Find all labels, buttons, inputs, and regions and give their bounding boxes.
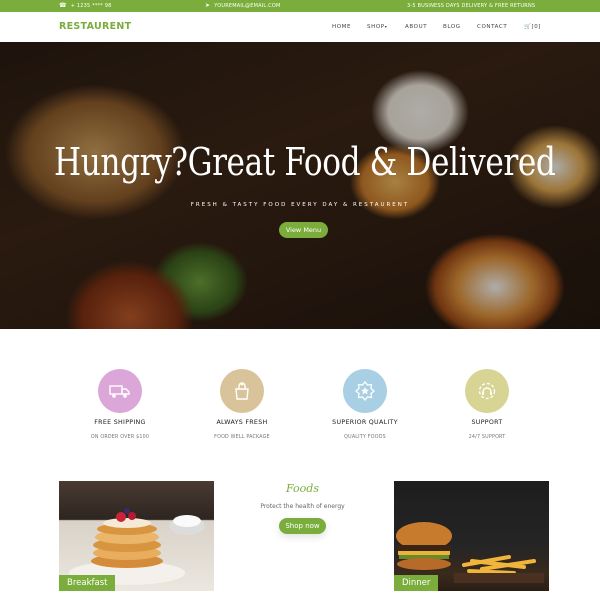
support-headset-icon — [465, 369, 509, 413]
feature-title: SUPERIOR QUALITY — [332, 419, 398, 426]
feature-desc: FOOD WELL PACKAGE — [214, 435, 270, 440]
nav-cart[interactable]: 🛒[0] — [524, 24, 541, 30]
breakfast-card[interactable]: Breakfast — [59, 481, 214, 591]
foods-intro: Foods Protect the health of energy Shop … — [225, 482, 380, 534]
email-address: YOUREMAIL@EMAIL.COM — [214, 3, 281, 9]
caret-down-icon: ▾ — [384, 24, 388, 29]
delivery-notice: 3-5 BUSINESS DAYS DELIVERY & FREE RETURN… — [407, 3, 536, 9]
brand-logo[interactable]: RESTAURENT — [59, 21, 131, 32]
feature-desc: ON ORDER OVER $100 — [90, 435, 150, 440]
nav-blog[interactable]: BLOG — [443, 24, 461, 30]
hero-banner: Hungry?Great Food & Delivered FRESH & TA… — [0, 42, 600, 329]
feature-always-fresh: ALWAYS FRESH FOOD WELL PACKAGE — [182, 369, 302, 440]
foods-text: Protect the health of energy — [260, 503, 345, 510]
email-info: ➤ YOUREMAIL@EMAIL.COM — [205, 2, 281, 10]
feature-free-shipping: FREE SHIPPING ON ORDER OVER $100 — [60, 369, 180, 440]
feature-desc: 24/7 SUPPORT — [468, 435, 506, 440]
phone-number: + 1235 **** 98 — [70, 3, 112, 9]
truck-icon — [98, 369, 142, 413]
award-badge-icon — [343, 369, 387, 413]
hero-title: Hungry?Great Food & Delivered — [54, 140, 556, 184]
foods-heading: Foods — [286, 482, 319, 495]
nav-contact[interactable]: CONTACT — [477, 24, 507, 30]
feature-title: ALWAYS FRESH — [216, 419, 268, 426]
dinner-card[interactable]: Dinner — [394, 481, 549, 591]
feature-desc: QUALITY FOODS — [344, 435, 386, 440]
feature-support: SUPPORT 24/7 SUPPORT — [427, 369, 547, 440]
nav-home[interactable]: HOME — [332, 24, 351, 30]
breakfast-tag: Breakfast — [59, 575, 116, 591]
view-menu-button[interactable]: View Menu — [279, 222, 328, 238]
dinner-tag: Dinner — [394, 575, 439, 591]
phone-info: ☎ + 1235 **** 98 — [59, 2, 112, 10]
feature-superior-quality: SUPERIOR QUALITY QUALITY FOODS — [305, 369, 425, 440]
nav-shop[interactable]: SHOP▾ — [367, 24, 387, 30]
shop-now-button[interactable]: Shop now — [279, 518, 326, 534]
feature-title: FREE SHIPPING — [94, 419, 146, 426]
grocery-bag-icon — [220, 369, 264, 413]
main-navbar: RESTAURENT HOME SHOP▾ ABOUT BLOG CONTACT… — [0, 12, 600, 42]
nav-about[interactable]: ABOUT — [405, 24, 427, 30]
phone-icon: ☎ — [59, 2, 67, 9]
feature-title: SUPPORT — [471, 419, 503, 426]
send-icon: ➤ — [205, 2, 211, 9]
top-bar: ☎ + 1235 **** 98 ➤ YOUREMAIL@EMAIL.COM 3… — [0, 0, 600, 12]
hero-subtitle: FRESH & TASTY FOOD EVERY DAY & RESTAUREN… — [190, 202, 410, 208]
